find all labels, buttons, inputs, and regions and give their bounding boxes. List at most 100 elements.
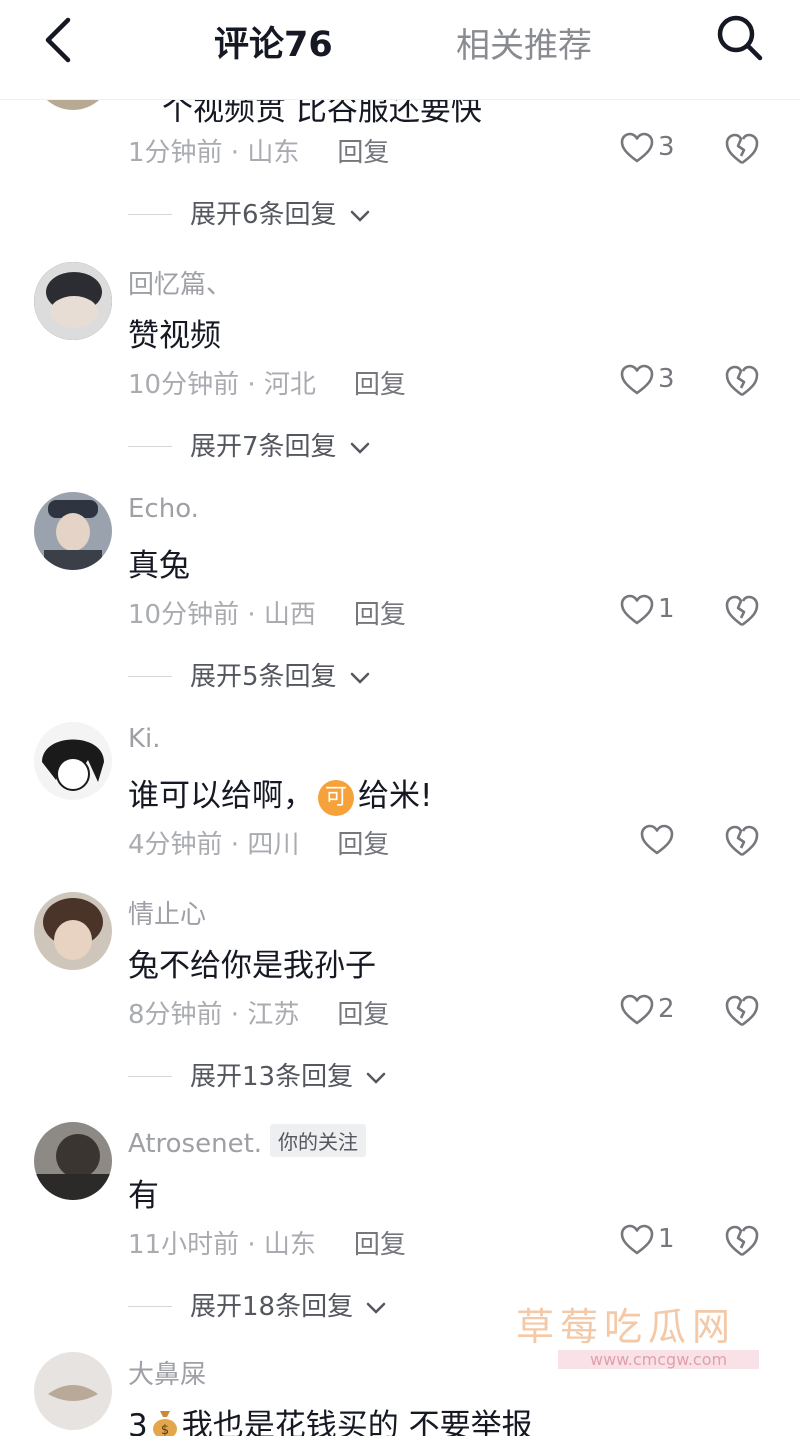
search-icon <box>717 15 763 61</box>
money-bag-icon: $ <box>152 1411 177 1436</box>
reply-button[interactable]: 回复 <box>337 830 389 860</box>
following-badge: 你的关注 <box>270 1124 367 1157</box>
broken-heart-icon <box>725 825 759 857</box>
avatar-image <box>34 492 112 570</box>
comments-header: 评论76 相关推荐 <box>0 0 800 100</box>
expand-label: 展开18条回复 <box>190 1292 354 1322</box>
watermark-title: 草莓吃瓜网 <box>516 1305 737 1349</box>
expand-replies[interactable]: 展开13条回复 <box>128 1056 387 1093</box>
dislike-button[interactable] <box>724 994 760 1030</box>
like-button[interactable]: 2 <box>620 994 684 1030</box>
expand-replies[interactable]: 展开7条回复 <box>128 426 371 463</box>
comment-meta: 8分钟前 · 江苏 回复 <box>128 994 389 1031</box>
comment-meta: 10分钟前 · 山西 回复 <box>128 594 406 631</box>
heart-icon <box>640 824 674 855</box>
comment-item: 情止心 兔不给你是我孙子 8分钟前 · 江苏 回复 2 展开13条回复 <box>0 892 800 1112</box>
comment-text: 兔不给你是我孙子 <box>128 948 376 984</box>
comment-item: Ki. 谁可以给啊，可给米! 4分钟前 · 四川 回复 <box>0 722 800 882</box>
broken-heart-icon <box>725 133 759 165</box>
time-location: 10分钟前 · 河北 <box>128 370 316 400</box>
watermark-url: www.cmcgw.com <box>558 1350 760 1369</box>
comment-item: 个视频贯 比谷服还要快 1分钟前 · 山东 回复 3 展开6条回复 <box>0 100 800 240</box>
expand-replies[interactable]: 展开6条回复 <box>128 194 371 231</box>
username[interactable]: Echo. <box>128 494 199 524</box>
username-text: Atrosenet. <box>128 1129 263 1159</box>
avatar[interactable] <box>34 1352 112 1430</box>
broken-heart-icon <box>725 995 759 1027</box>
dislike-button[interactable] <box>724 1224 760 1260</box>
reply-button[interactable]: 回复 <box>337 138 389 168</box>
time-location: 4分钟前 · 四川 <box>128 830 300 860</box>
avatar[interactable] <box>34 1122 112 1200</box>
like-button[interactable]: 1 <box>620 1224 684 1260</box>
like-count: 2 <box>658 994 675 1024</box>
expand-replies[interactable]: 展开5条回复 <box>128 656 371 693</box>
dislike-button[interactable] <box>724 824 760 860</box>
chevron-down-icon <box>350 442 370 454</box>
comment-meta: 4分钟前 · 四川 回复 <box>128 824 389 861</box>
dislike-button[interactable] <box>724 364 760 400</box>
avatar-image <box>34 1352 112 1430</box>
avatar[interactable] <box>34 100 112 110</box>
time-location: 1分钟前 · 山东 <box>128 138 300 168</box>
like-button[interactable]: 1 <box>620 594 684 630</box>
comment-text-part: 3 <box>128 1408 148 1436</box>
broken-heart-icon <box>725 365 759 397</box>
avatar-image <box>34 722 112 800</box>
divider <box>128 214 172 215</box>
reply-button[interactable]: 回复 <box>354 1230 406 1260</box>
dislike-button[interactable] <box>724 132 760 168</box>
like-button[interactable]: 3 <box>620 364 684 400</box>
divider <box>128 446 172 447</box>
like-button[interactable] <box>640 824 704 860</box>
avatar[interactable] <box>34 262 112 340</box>
reply-button[interactable]: 回复 <box>354 370 406 400</box>
chevron-down-icon <box>350 672 370 684</box>
like-button[interactable]: 3 <box>620 132 684 168</box>
heart-icon <box>620 1224 654 1255</box>
time-location: 10分钟前 · 山西 <box>128 600 316 630</box>
broken-heart-icon <box>725 1225 759 1257</box>
dislike-button[interactable] <box>724 594 760 630</box>
heart-icon <box>620 132 654 163</box>
comment-meta: 1分钟前 · 山东 回复 <box>128 132 389 169</box>
expand-replies[interactable]: 展开18条回复 <box>128 1286 387 1323</box>
reply-button[interactable]: 回复 <box>337 1000 389 1030</box>
username[interactable]: 情止心 <box>128 894 206 931</box>
tab-comments[interactable]: 评论76 <box>214 16 333 67</box>
avatar-image <box>34 892 112 970</box>
tab-recommended[interactable]: 相关推荐 <box>456 18 592 67</box>
expand-label: 展开5条回复 <box>190 662 337 692</box>
divider <box>128 1076 172 1077</box>
comment-meta: 11小时前 · 山东 回复 <box>128 1224 406 1261</box>
comment-item: 回忆篇、 赞视频 10分钟前 · 河北 回复 3 展开7条回复 <box>0 262 800 482</box>
back-button[interactable] <box>38 14 82 66</box>
comment-text: 赞视频 <box>128 318 221 354</box>
comment-text: 真兔 <box>128 548 190 584</box>
username[interactable]: Atrosenet. 你的关注 <box>128 1124 367 1159</box>
username[interactable]: 回忆篇、 <box>128 264 232 301</box>
comment-text-part: 谁可以给啊， <box>128 778 314 814</box>
coin-emoji-icon: 可 <box>318 780 354 816</box>
avatar-image <box>34 262 112 340</box>
svg-text:$: $ <box>161 1423 169 1436</box>
chevron-down-icon <box>350 210 370 222</box>
comment-text-part: 我也是花钱买的 不要举报 <box>181 1408 533 1436</box>
search-button[interactable] <box>714 12 764 62</box>
comment-text: 谁可以给啊，可给米! <box>128 770 432 816</box>
like-count: 3 <box>658 132 675 162</box>
avatar[interactable] <box>34 892 112 970</box>
reply-button[interactable]: 回复 <box>354 600 406 630</box>
username[interactable]: Ki. <box>128 724 161 754</box>
divider <box>128 676 172 677</box>
watermark: 草莓吃瓜网 www.cmcgw.com <box>514 1296 794 1376</box>
expand-label: 展开13条回复 <box>190 1062 354 1092</box>
time-location: 8分钟前 · 江苏 <box>128 1000 300 1030</box>
chevron-left-icon <box>45 17 71 63</box>
comment-list[interactable]: 个视频贯 比谷服还要快 1分钟前 · 山东 回复 3 展开6条回复 回忆篇、 赞视… <box>0 100 800 1436</box>
username[interactable]: 大鼻屎 <box>128 1354 206 1391</box>
broken-heart-icon <box>725 595 759 627</box>
comment-item: Echo. 真兔 10分钟前 · 山西 回复 1 展开5条回复 <box>0 492 800 712</box>
avatar[interactable] <box>34 492 112 570</box>
avatar[interactable] <box>34 722 112 800</box>
